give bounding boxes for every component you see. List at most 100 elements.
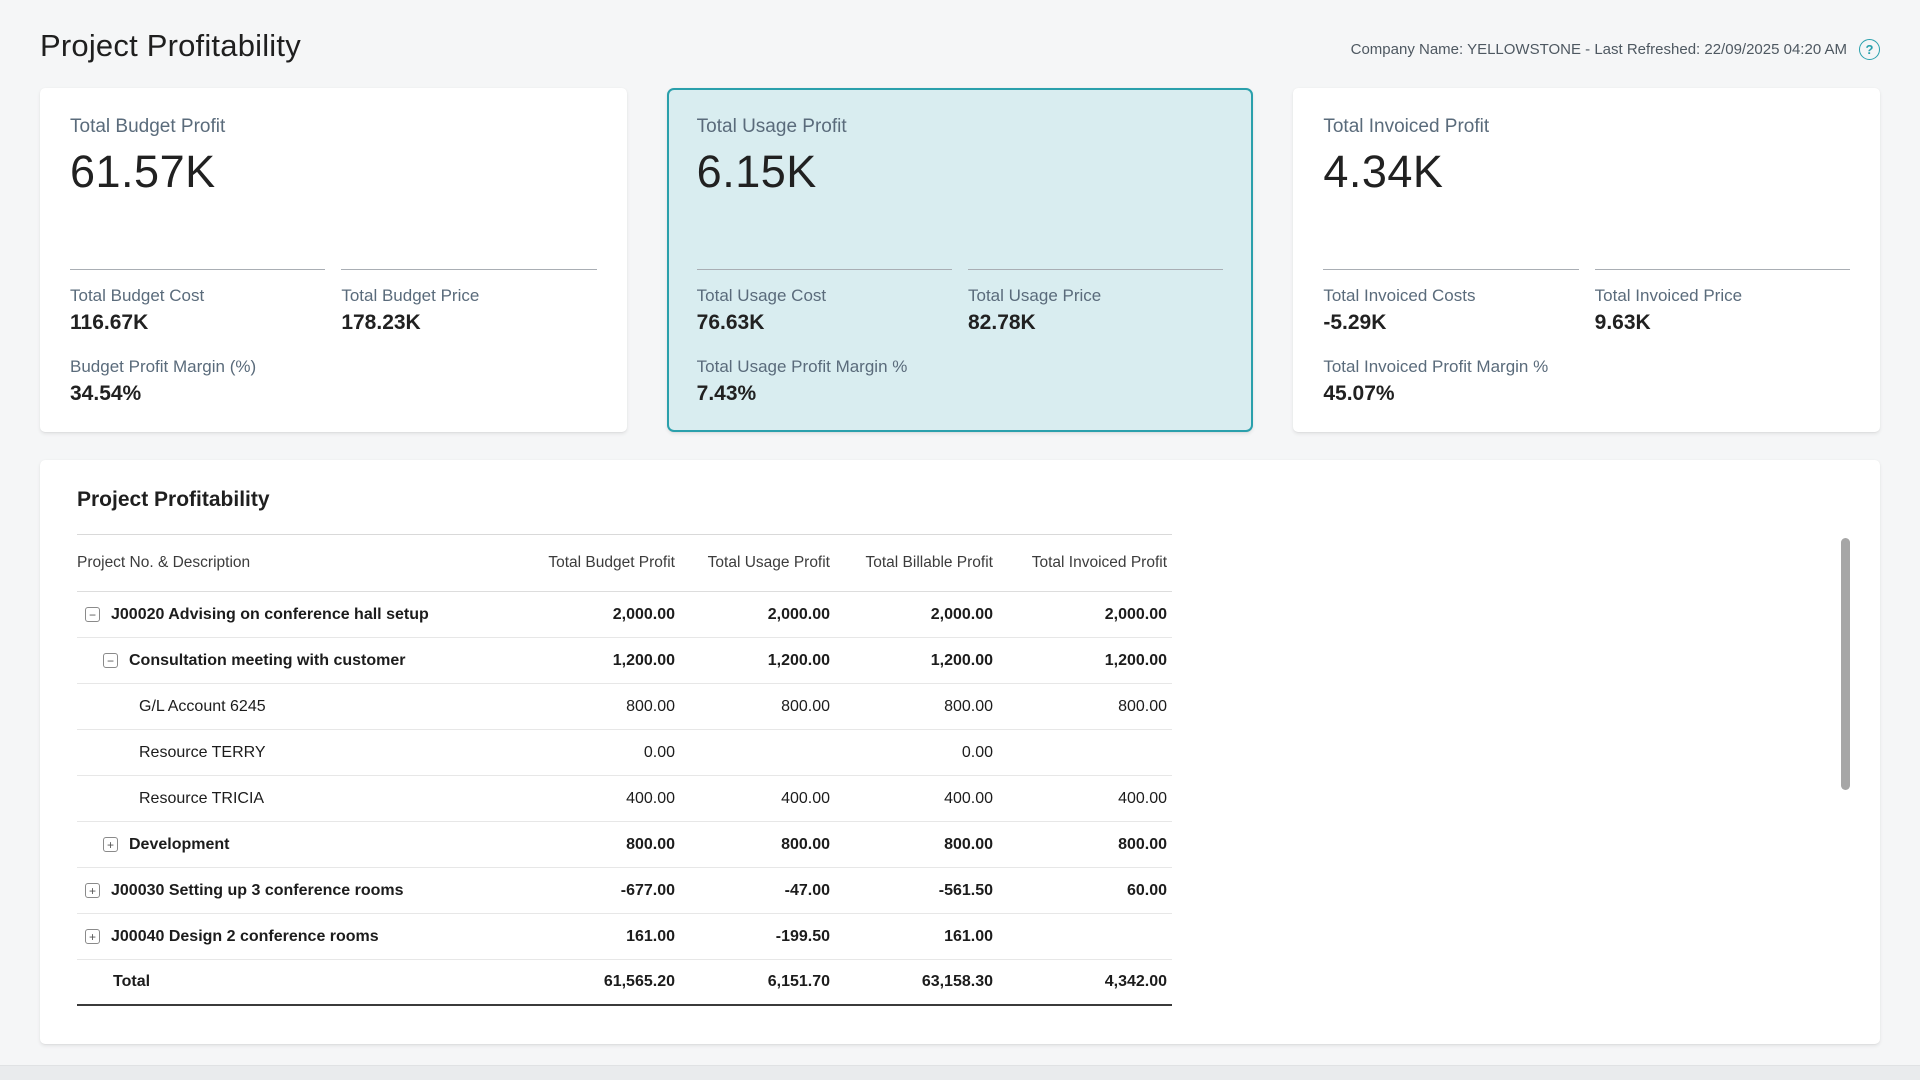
kpi-margin: Budget Profit Margin (%) 34.54% xyxy=(70,357,597,406)
kpi-stat-value: 9.63K xyxy=(1595,311,1850,335)
total-budget-profit: 61,565.20 xyxy=(525,973,675,991)
row-description-cell: + Development xyxy=(77,836,525,854)
table-row: −J00020 Advising on conference hall setu… xyxy=(77,592,1172,638)
kpi-margin-value: 34.54% xyxy=(70,382,597,406)
page-title: Project Profitability xyxy=(40,28,301,64)
kpi-stat-value: 76.63K xyxy=(697,311,952,335)
table-row: Resource TERRY 0.00 0.00 xyxy=(77,730,1172,776)
page: Project Profitability Company Name: YELL… xyxy=(0,0,1920,1080)
row-value-cell: 60.00 xyxy=(993,882,1167,900)
kpi-margin: Total Invoiced Profit Margin % 45.07% xyxy=(1323,357,1850,406)
column-header-billable-profit[interactable]: Total Billable Profit xyxy=(830,554,993,572)
total-invoiced-profit: 4,342.00 xyxy=(993,973,1167,991)
table-row: + J00030 Setting up 3 conference rooms -67… xyxy=(77,868,1172,914)
row-value-cell: 161.00 xyxy=(525,928,675,946)
row-description-cell: + J00030 Setting up 3 conference rooms xyxy=(77,882,525,900)
expand-icon[interactable]: + xyxy=(85,883,100,898)
page-header: Project Profitability Company Name: YELL… xyxy=(40,0,1880,64)
kpi-card-budget[interactable]: Total Budget Profit 61.57K Total Budget … xyxy=(40,88,627,432)
row-label: G/L Account 6245 xyxy=(139,698,266,716)
help-icon[interactable]: ? xyxy=(1859,39,1880,60)
row-description-cell: Resource TRICIA xyxy=(77,790,525,808)
row-value-cell: 400.00 xyxy=(675,790,830,808)
kpi-margin-label: Total Invoiced Profit Margin % xyxy=(1323,357,1850,377)
kpi-card-title: Total Invoiced Profit xyxy=(1323,116,1850,138)
row-value-cell: -561.50 xyxy=(830,882,993,900)
row-value-cell: 1,200.00 xyxy=(675,652,830,670)
table-row: + J00040 Design 2 conference rooms 161.00-… xyxy=(77,914,1172,960)
column-header-budget-profit[interactable]: Total Budget Profit xyxy=(525,554,675,572)
kpi-stat-label: Total Usage Price xyxy=(968,286,1223,306)
row-value-cell: -47.00 xyxy=(675,882,830,900)
table-row: +Development800.00800.00800.00800.00 xyxy=(77,822,1172,868)
column-header-usage-profit[interactable]: Total Usage Profit xyxy=(675,554,830,572)
kpi-card-title: Total Usage Profit xyxy=(697,116,1224,138)
row-label: Consultation meeting with customer xyxy=(129,652,405,670)
kpi-stat: Total Budget Price 178.23K xyxy=(341,269,596,335)
table-header-row: Project No. & Description Total Budget P… xyxy=(77,534,1172,592)
row-value-cell: 2,000.00 xyxy=(993,606,1167,624)
row-value-cell: 800.00 xyxy=(525,836,675,854)
kpi-stat-value: 116.67K xyxy=(70,311,325,335)
row-value-cell: 1,200.00 xyxy=(525,652,675,670)
row-label: Resource TERRY xyxy=(139,744,266,762)
kpi-card-invoiced[interactable]: Total Invoiced Profit 4.34K Total Invoic… xyxy=(1293,88,1880,432)
row-value-cell: 0.00 xyxy=(525,744,675,762)
kpi-card-usage-selected[interactable]: Total Usage Profit 6.15K Total Usage Cos… xyxy=(667,88,1254,432)
kpi-stat: Total Usage Price 82.78K xyxy=(968,269,1223,335)
row-label: Development xyxy=(129,836,229,854)
column-header-description[interactable]: Project No. & Description xyxy=(77,554,525,572)
kpi-card-stats: Total Invoiced Costs -5.29K Total Invoic… xyxy=(1323,269,1850,335)
kpi-card-title: Total Budget Profit xyxy=(70,116,597,138)
total-usage-profit: 6,151.70 xyxy=(675,973,830,991)
row-description-cell: −Consultation meeting with customer xyxy=(77,652,525,670)
row-description-cell: −J00020 Advising on conference hall setu… xyxy=(77,606,525,624)
row-value-cell: 2,000.00 xyxy=(830,606,993,624)
row-value-cell: 2,000.00 xyxy=(525,606,675,624)
row-value-cell: 0.00 xyxy=(830,744,993,762)
row-description-cell: + J00040 Design 2 conference rooms xyxy=(77,928,525,946)
row-label: J00030 Setting up 3 conference rooms xyxy=(111,882,404,900)
table-row: G/L Account 6245800.00800.00800.00800.00 xyxy=(77,684,1172,730)
kpi-margin-label: Total Usage Profit Margin % xyxy=(697,357,1224,377)
row-description-cell: G/L Account 6245 xyxy=(77,698,525,716)
row-value-cell: 800.00 xyxy=(993,836,1167,854)
collapse-icon[interactable]: − xyxy=(103,653,118,668)
kpi-stat-label: Total Budget Price xyxy=(341,286,596,306)
page-meta: Company Name: YELLOWSTONE - Last Refresh… xyxy=(1351,39,1880,64)
kpi-card-value: 61.57K xyxy=(70,146,597,198)
row-value-cell: -677.00 xyxy=(525,882,675,900)
row-value-cell: 2,000.00 xyxy=(675,606,830,624)
kpi-card-value: 4.34K xyxy=(1323,146,1850,198)
horizontal-scrollbar-track[interactable] xyxy=(0,1065,1920,1080)
row-value-cell: 800.00 xyxy=(675,836,830,854)
kpi-stat-label: Total Usage Cost xyxy=(697,286,952,306)
row-value-cell: -199.50 xyxy=(675,928,830,946)
expand-icon[interactable]: + xyxy=(85,929,100,944)
kpi-margin-value: 7.43% xyxy=(697,382,1224,406)
company-refresh-text: Company Name: YELLOWSTONE - Last Refresh… xyxy=(1351,41,1847,58)
row-value-cell: 800.00 xyxy=(830,836,993,854)
row-value-cell: 800.00 xyxy=(525,698,675,716)
table-total-row: Total 61,565.20 6,151.70 63,158.30 4,342… xyxy=(77,960,1172,1006)
kpi-stat: Total Usage Cost 76.63K xyxy=(697,269,952,335)
row-value-cell: 161.00 xyxy=(830,928,993,946)
expand-icon[interactable]: + xyxy=(103,837,118,852)
kpi-card-stats: Total Budget Cost 116.67K Total Budget P… xyxy=(70,269,597,335)
row-value-cell: 400.00 xyxy=(993,790,1167,808)
kpi-stat-value: 178.23K xyxy=(341,311,596,335)
column-header-invoiced-profit[interactable]: Total Invoiced Profit xyxy=(993,554,1167,572)
table-body: −J00020 Advising on conference hall setu… xyxy=(77,592,1172,960)
kpi-card-value: 6.15K xyxy=(697,146,1224,198)
collapse-icon[interactable]: − xyxy=(85,607,100,622)
table-title: Project Profitability xyxy=(77,488,1843,512)
row-label: J00040 Design 2 conference rooms xyxy=(111,928,379,946)
row-value-cell: 1,200.00 xyxy=(993,652,1167,670)
kpi-margin-value: 45.07% xyxy=(1323,382,1850,406)
row-value-cell: 800.00 xyxy=(830,698,993,716)
total-label: Total xyxy=(77,973,525,991)
row-value-cell: 800.00 xyxy=(993,698,1167,716)
vertical-scrollbar-thumb[interactable] xyxy=(1841,538,1850,790)
kpi-stat: Total Invoiced Costs -5.29K xyxy=(1323,269,1578,335)
project-profitability-panel: Project Profitability Project No. & Desc… xyxy=(40,460,1880,1044)
